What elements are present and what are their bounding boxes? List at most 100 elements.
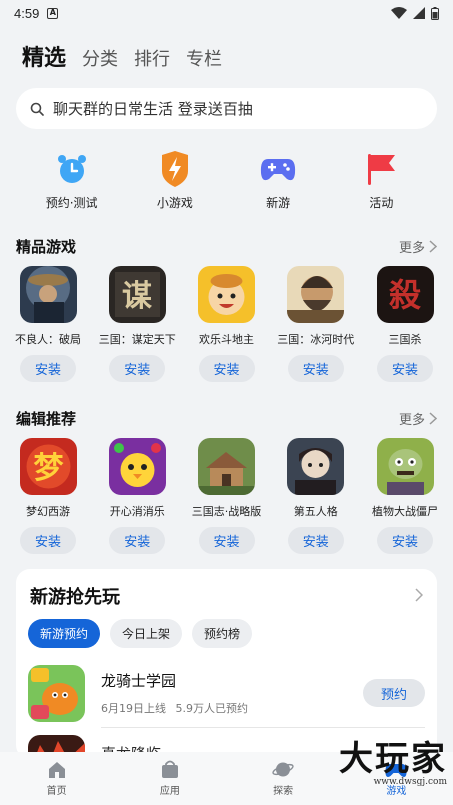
chip-today-launch[interactable]: 今日上架 — [110, 619, 183, 648]
app-card[interactable]: 不良人：破局 安装 — [8, 266, 88, 382]
chip-new-reservations[interactable]: 新游预约 — [28, 619, 101, 648]
battery-icon — [431, 6, 439, 20]
install-button[interactable]: 安装 — [198, 355, 255, 382]
reservation-count: 5.9万人已预约 — [175, 702, 249, 715]
nav-label: 探索 — [273, 786, 294, 797]
nav-explore[interactable]: 探索 — [248, 760, 318, 797]
chevron-right-icon[interactable] — [415, 587, 424, 606]
app-icon[interactable]: 谋 — [108, 266, 166, 323]
app-card[interactable]: 植物大战僵尸 安装 — [365, 438, 445, 554]
quick-link-mini-games[interactable]: 小游戏 — [130, 150, 220, 211]
tab-categories[interactable]: 分类 — [82, 45, 118, 71]
watermark-brand: 大玩家 — [339, 739, 447, 779]
chevron-right-icon — [429, 412, 437, 425]
app-card[interactable]: 谋 三国：谋定天下 安装 — [97, 266, 177, 382]
tab-columns[interactable]: 专栏 — [186, 45, 222, 71]
svg-text:殺: 殺 — [388, 276, 421, 314]
app-card[interactable]: 开心消消乐 安装 — [97, 438, 177, 554]
app-name: 不良人：破局 — [15, 333, 81, 346]
app-icon[interactable] — [287, 266, 345, 323]
search-icon — [30, 102, 44, 116]
app-card[interactable]: 梦 梦幻西游 安装 — [8, 438, 88, 554]
featured-app-row: 不良人：破局 安装 谋 三国：谋定天下 安装 欢乐斗地主 安装 三国：冰河时代 … — [8, 266, 445, 382]
home-icon — [48, 761, 65, 778]
nav-label: 应用 — [159, 786, 180, 797]
game-icon[interactable] — [28, 664, 85, 722]
tab-rankings[interactable]: 排行 — [134, 45, 170, 71]
app-name: 三国杀 — [388, 333, 422, 346]
app-icon[interactable] — [198, 266, 255, 323]
featured-section-header: 精品游戏 更多 — [16, 236, 437, 257]
new-games-card: 新游抢先玩 新游预约 今日上架 预约榜 龙骑士学园 6月19日上线 5.9万人已… — [16, 569, 437, 759]
editor-app-row: 梦 梦幻西游 安装 开心消消乐 安装 三国志·战略版 安装 第五人格 安装 植物… — [8, 438, 445, 554]
divider — [101, 727, 425, 728]
section-title: 编辑推荐 — [16, 410, 77, 428]
quick-link-label: 新游 — [266, 196, 291, 210]
watermark: 大玩家 www.dwsgj.com — [339, 742, 447, 787]
app-name: 开心消消乐 — [109, 505, 165, 518]
top-tab-bar: 精选 分类 排行 专栏 — [22, 40, 222, 72]
status-indicators — [391, 6, 439, 20]
chip-reservation-ranking[interactable]: 预约榜 — [192, 619, 253, 648]
app-card[interactable]: 三国志·战略版 安装 — [187, 438, 267, 554]
app-card[interactable]: 殺 三国杀 安装 — [365, 266, 445, 382]
install-button[interactable]: 安装 — [109, 355, 166, 382]
nav-home[interactable]: 首页 — [22, 761, 92, 797]
reserve-button[interactable]: 预约 — [363, 679, 425, 707]
app-card[interactable]: 第五人格 安装 — [276, 438, 356, 554]
app-name: 植物大战僵尸 — [372, 505, 438, 518]
install-button[interactable]: 安装 — [377, 355, 433, 382]
quick-link-new-games[interactable]: 新游 — [233, 150, 323, 211]
featured-more-link[interactable]: 更多 — [399, 237, 437, 256]
app-icon[interactable] — [376, 438, 434, 495]
app-icon[interactable] — [287, 438, 345, 495]
install-button[interactable]: 安装 — [377, 527, 433, 554]
nav-apps[interactable]: 应用 — [135, 760, 205, 797]
app-card[interactable]: 三国：冰河时代 安装 — [276, 266, 356, 382]
flag-icon — [361, 150, 401, 188]
install-button[interactable]: 安装 — [287, 527, 344, 554]
editor-section-header: 编辑推荐 更多 — [16, 408, 437, 429]
filter-chips: 新游预约 今日上架 预约榜 — [28, 619, 253, 648]
quick-link-label: 小游戏 — [156, 196, 193, 210]
signal-icon — [413, 7, 425, 19]
svg-text:梦: 梦 — [33, 451, 63, 486]
install-button[interactable]: 安装 — [20, 527, 76, 554]
tab-featured[interactable]: 精选 — [22, 40, 66, 72]
quick-link-label: 预约·测试 — [45, 196, 98, 210]
quick-link-label: 活动 — [369, 196, 394, 210]
gamepad-icon — [258, 150, 298, 188]
app-name: 梦幻西游 — [26, 505, 70, 518]
chevron-right-icon — [429, 240, 437, 253]
app-card[interactable]: 欢乐斗地主 安装 — [187, 266, 267, 382]
game-info: 龙骑士学园 6月19日上线 5.9万人已预约 — [101, 670, 248, 716]
wifi-icon — [391, 7, 407, 19]
app-icon[interactable] — [19, 266, 77, 323]
app-name: 三国：谋定天下 — [98, 333, 176, 346]
quick-link-events[interactable]: 活动 — [336, 150, 426, 211]
app-icon[interactable]: 梦 — [19, 438, 77, 495]
notification-icon: A — [47, 7, 59, 19]
game-list-item[interactable]: 龙骑士学园 6月19日上线 5.9万人已预约 预约 — [28, 663, 425, 723]
editor-more-link[interactable]: 更多 — [399, 409, 437, 428]
install-button[interactable]: 安装 — [198, 527, 255, 554]
install-button[interactable]: 安装 — [109, 527, 166, 554]
bag-icon — [161, 760, 178, 778]
game-meta: 6月19日上线 5.9万人已预约 — [101, 700, 248, 716]
planet-icon — [272, 762, 294, 777]
app-icon[interactable] — [108, 438, 166, 495]
app-icon[interactable] — [198, 438, 255, 495]
more-label: 更多 — [398, 241, 425, 256]
card-title: 新游抢先玩 — [30, 587, 120, 608]
quick-link-reserve-test[interactable]: 预约·测试 — [27, 150, 117, 211]
search-bar[interactable]: 聊天群的日常生活 登录送百抽 — [16, 88, 437, 129]
install-button[interactable]: 安装 — [20, 355, 76, 382]
app-name: 欢乐斗地主 — [199, 333, 254, 346]
search-hint: 聊天群的日常生活 登录送百抽 — [53, 100, 253, 118]
nav-label: 首页 — [46, 785, 67, 797]
app-icon[interactable]: 殺 — [376, 266, 434, 323]
section-title: 精品游戏 — [16, 238, 77, 256]
install-button[interactable]: 安装 — [287, 355, 344, 382]
quick-links: 预约·测试 小游戏 新游 活动 — [20, 150, 433, 211]
app-name: 第五人格 — [293, 505, 338, 518]
